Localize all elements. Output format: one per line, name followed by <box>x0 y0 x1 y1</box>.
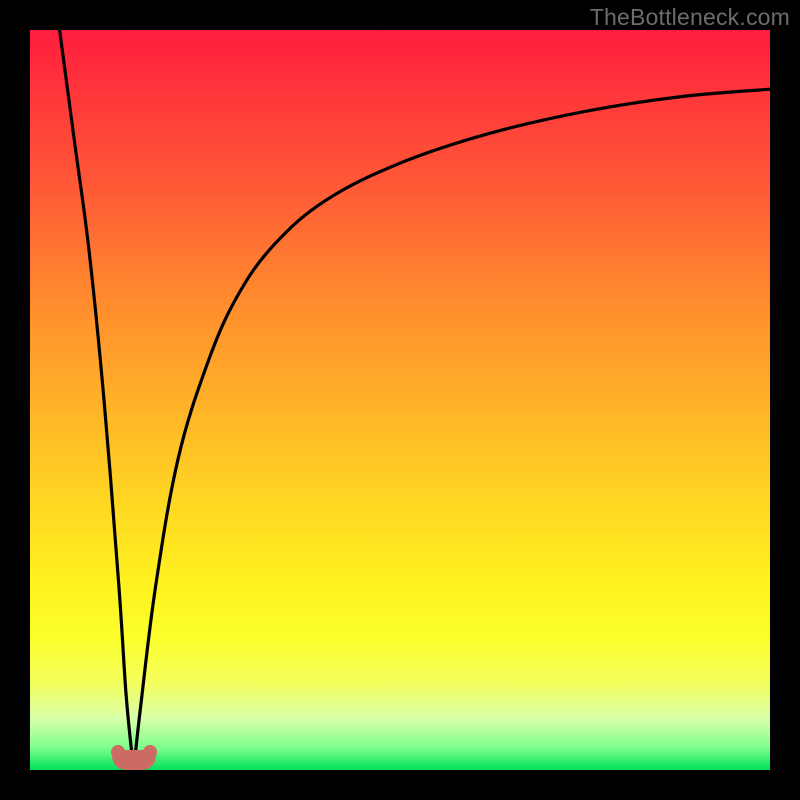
curve-layer <box>30 30 770 770</box>
plot-area <box>30 30 770 770</box>
optimum-marker <box>112 750 156 770</box>
left-branch-curve <box>60 30 134 770</box>
watermark-label: TheBottleneck.com <box>590 4 790 31</box>
chart-frame: TheBottleneck.com <box>0 0 800 800</box>
right-branch-curve <box>134 89 770 770</box>
